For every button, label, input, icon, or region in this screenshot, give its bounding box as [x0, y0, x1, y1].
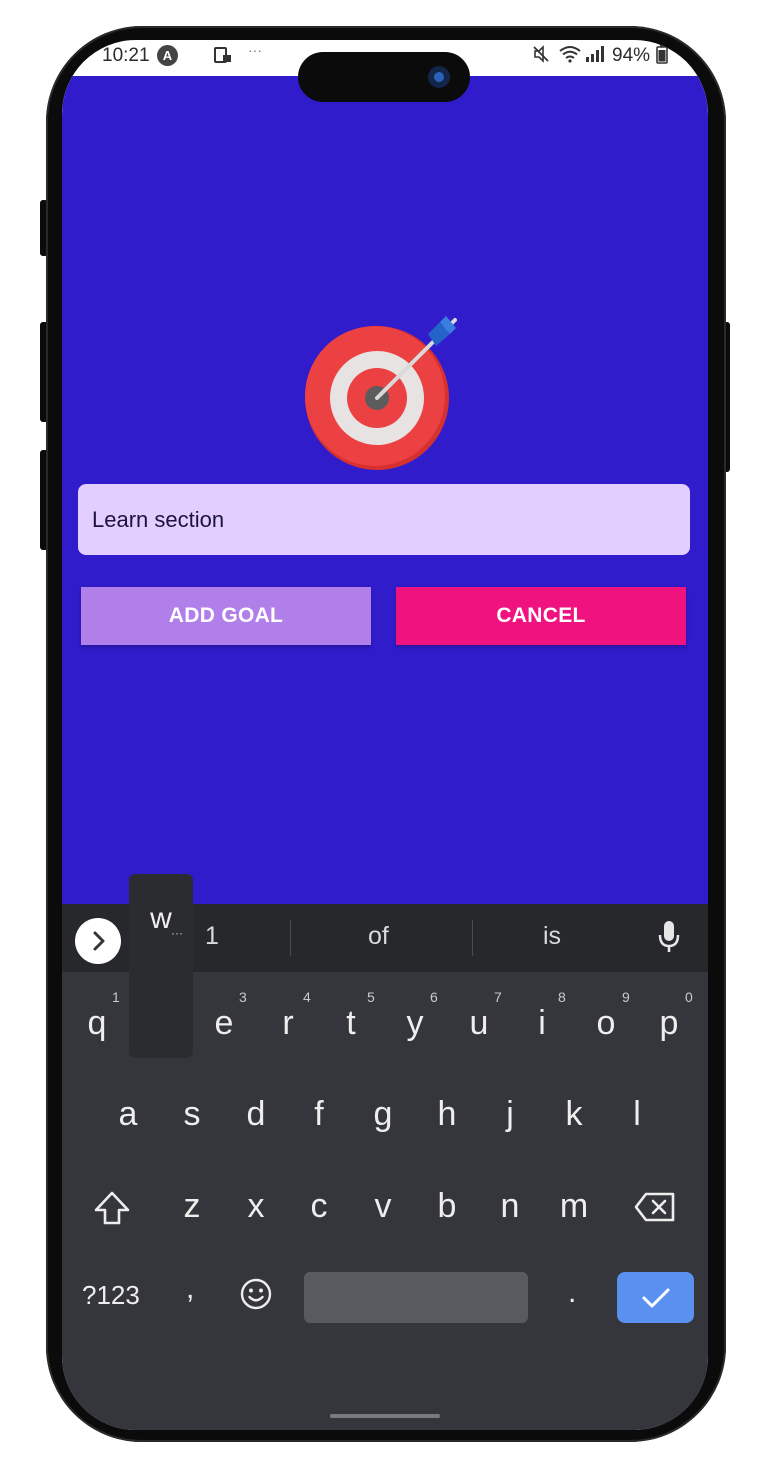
key-p[interactable]: p [644, 1004, 694, 1043]
cancel-button[interactable]: CANCEL [396, 587, 686, 645]
battery-percent: 94% [612, 45, 651, 66]
key-popup-letter: w [150, 902, 172, 935]
shift-icon[interactable] [92, 1190, 132, 1226]
key-o[interactable]: o [581, 1004, 631, 1043]
add-goal-button[interactable]: ADD GOAL [81, 587, 371, 645]
key-x[interactable]: x [231, 1187, 281, 1226]
key-n[interactable]: n [485, 1187, 535, 1226]
goal-text-input[interactable] [78, 484, 690, 555]
wifi-icon [559, 46, 581, 63]
status-time: 10:21 [102, 45, 150, 66]
key-hint: 5 [367, 989, 375, 1005]
period-key[interactable]: . [568, 1276, 576, 1310]
key-hint: 1 [112, 989, 120, 1005]
key-b[interactable]: b [422, 1187, 472, 1226]
key-hint: 7 [494, 989, 502, 1005]
key-e[interactable]: e [199, 1004, 249, 1043]
key-a[interactable]: a [103, 1095, 153, 1134]
enter-key[interactable] [617, 1272, 694, 1323]
key-hint: 3 [239, 989, 247, 1005]
key-c[interactable]: c [294, 1187, 344, 1226]
microphone-icon[interactable] [658, 920, 680, 954]
backspace-icon[interactable] [634, 1192, 676, 1222]
key-hint: 0 [685, 989, 693, 1005]
goal-app: 10:21 A ··· 94% Learn section ADD GOAL C… [62, 40, 708, 1430]
suggestion-divider [472, 920, 473, 956]
key-l[interactable]: l [612, 1095, 662, 1134]
suggestion-3[interactable]: is [543, 922, 561, 951]
notification-dots: ··· [248, 42, 262, 58]
home-indicator[interactable] [330, 1414, 440, 1418]
expand-icon[interactable] [75, 918, 121, 964]
key-hint: 4 [303, 989, 311, 1005]
key-k[interactable]: k [549, 1095, 599, 1134]
app-badge-icon: A [157, 45, 178, 66]
comma-key[interactable]: , [186, 1272, 194, 1306]
key-z[interactable]: z [167, 1187, 217, 1226]
camera-notch [298, 52, 470, 102]
mute-icon [533, 45, 549, 63]
suggestion-1[interactable]: 1 [205, 922, 219, 951]
key-h[interactable]: h [422, 1095, 472, 1134]
battery-icon [656, 45, 668, 64]
key-f[interactable]: f [294, 1095, 344, 1134]
key-hint: 6 [430, 989, 438, 1005]
key-d[interactable]: d [231, 1095, 281, 1134]
key-u[interactable]: u [454, 1004, 504, 1043]
key-popup: w ··· [129, 874, 193, 1058]
screen: 10:21 A ··· 94% Learn section ADD GOAL C… [62, 40, 708, 1430]
suggestion-2[interactable]: of [368, 922, 389, 951]
key-r[interactable]: r [263, 1004, 313, 1043]
signal-icon [586, 46, 604, 62]
symbols-key[interactable]: ?123 [82, 1280, 140, 1311]
cast-icon [214, 47, 231, 63]
checkmark-icon [642, 1288, 669, 1307]
key-m[interactable]: m [549, 1187, 599, 1226]
key-hint: 9 [622, 989, 630, 1005]
key-popup-dots: ··· [171, 926, 183, 940]
key-v[interactable]: v [358, 1187, 408, 1226]
key-s[interactable]: s [167, 1095, 217, 1134]
key-y[interactable]: y [390, 1004, 440, 1043]
key-hint: 8 [558, 989, 566, 1005]
emoji-icon[interactable] [240, 1278, 272, 1310]
suggestion-divider [290, 920, 291, 956]
target-icon [305, 316, 457, 470]
key-g[interactable]: g [358, 1095, 408, 1134]
key-q[interactable]: q [72, 1004, 122, 1043]
key-i[interactable]: i [517, 1004, 567, 1043]
key-t[interactable]: t [326, 1004, 376, 1043]
key-j[interactable]: j [485, 1095, 535, 1134]
space-bar[interactable] [304, 1272, 528, 1323]
front-camera [428, 66, 450, 88]
